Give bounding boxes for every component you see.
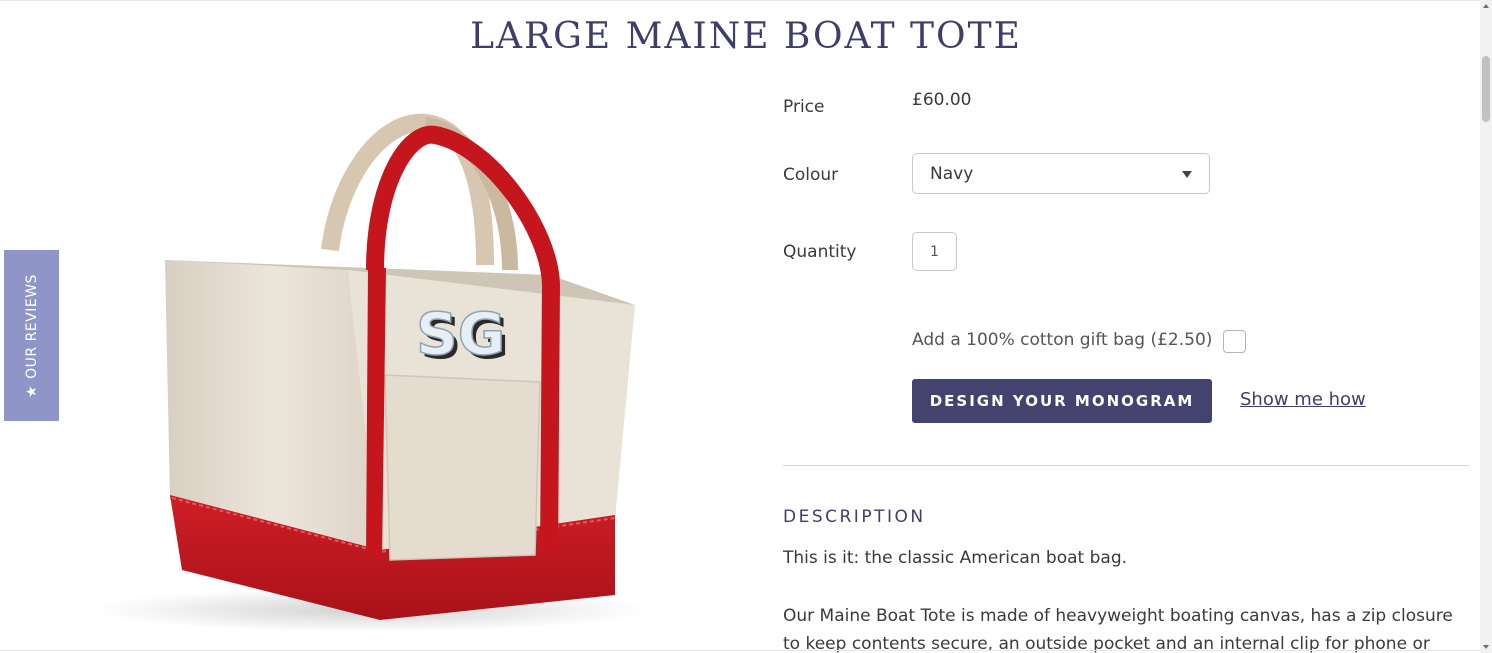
scroll-down-icon[interactable] <box>1483 645 1489 649</box>
price-label: Price <box>783 97 825 117</box>
colour-select-value: Navy <box>930 164 974 184</box>
scroll-up-icon[interactable] <box>1483 4 1489 8</box>
colour-select[interactable]: Navy <box>912 153 1210 194</box>
front-strap-right <box>540 282 560 557</box>
monogram-patch: SG SG <box>415 299 509 372</box>
chevron-down-icon <box>1182 171 1192 178</box>
top-border <box>0 0 1480 1</box>
description-paragraph: Our Maine Boat Tote is made of heavyweig… <box>783 606 1453 653</box>
scrollbar[interactable] <box>1480 0 1492 653</box>
star-icon: ★ <box>23 384 40 398</box>
divider <box>783 465 1469 466</box>
gift-bag-label: Add a 100% cotton gift bag (£2.50) <box>912 330 1213 350</box>
description-heading: DESCRIPTION <box>783 507 926 527</box>
bottom-border <box>0 650 1480 651</box>
show-me-how-link[interactable]: Show me how <box>1240 389 1366 410</box>
scrollbar-thumb[interactable] <box>1482 56 1490 122</box>
reviews-tab-label: OUR REVIEWS <box>23 273 40 379</box>
design-monogram-button[interactable]: DESIGN YOUR MONOGRAM <box>912 379 1212 423</box>
gift-bag-checkbox[interactable] <box>1223 330 1246 353</box>
page-title: LARGE MAINE BOAT TOTE <box>470 16 1022 57</box>
quantity-label: Quantity <box>783 242 857 262</box>
our-reviews-tab[interactable]: ★ OUR REVIEWS <box>4 250 59 421</box>
svg-text:SG: SG <box>416 300 505 368</box>
price-value: £60.00 <box>912 90 972 110</box>
product-image: SG SG <box>90 113 650 632</box>
colour-label: Colour <box>783 165 839 185</box>
description-paragraph: This is it: the classic American boat ba… <box>783 548 1128 568</box>
quantity-input[interactable] <box>912 232 957 271</box>
